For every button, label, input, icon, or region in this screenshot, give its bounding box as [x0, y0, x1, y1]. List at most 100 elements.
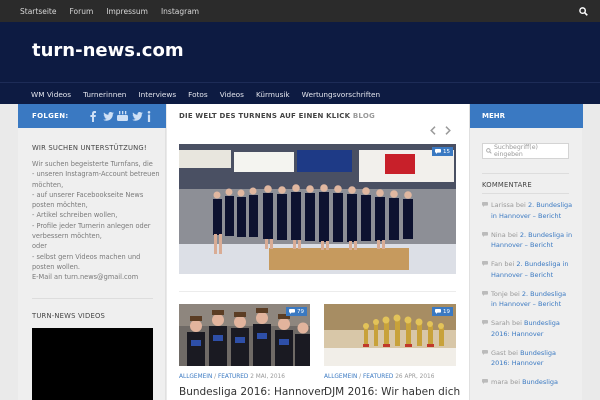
nav-kuermusik[interactable]: Kürmusik: [256, 90, 290, 99]
twitter-icon[interactable]: [102, 109, 114, 123]
comment-icon: [482, 202, 488, 207]
divider: [482, 193, 569, 194]
comment-icon: [482, 379, 488, 384]
category-link[interactable]: FEATURED: [218, 374, 248, 380]
comment-on: bei: [508, 348, 518, 357]
post-title[interactable]: DJM 2016: Wir haben dich: [324, 386, 460, 398]
nav-videos[interactable]: Videos: [220, 90, 244, 99]
category-link[interactable]: FEATURED: [363, 374, 393, 380]
topnav-forum[interactable]: Forum: [69, 7, 93, 16]
chevron-right-icon: [445, 125, 451, 135]
search-placeholder: Suchbegriff(e) eingeben: [493, 144, 538, 158]
comment-on: bei: [510, 378, 520, 386]
chevron-left-icon: [430, 125, 436, 135]
comment-icon: [482, 231, 488, 237]
slider-next-button[interactable]: [443, 124, 453, 136]
search-icon: [578, 6, 588, 16]
featured-post-image[interactable]: 15: [179, 144, 456, 274]
top-bar: Startseite Forum Impressum Instagram: [0, 0, 600, 22]
mehr-label: MEHR: [482, 112, 505, 120]
comment-icon: [435, 149, 441, 154]
category-link[interactable]: ALLGEMEIN: [179, 374, 212, 380]
comment-count: 19: [443, 308, 450, 315]
comment-item: Tonje bei 2. Bundesliga in Hannover – Be…: [482, 289, 574, 310]
topnav-instagram[interactable]: Instagram: [161, 7, 199, 16]
support-title: WIR SUCHEN UNTERSTÜTZUNG!: [32, 144, 147, 152]
sidebar-search-input[interactable]: Suchbegriff(e) eingeben: [482, 143, 569, 159]
slider-prev-button[interactable]: [428, 124, 438, 136]
comment-item: Larissa bei 2. Bundesliga in Hannover – …: [482, 200, 574, 221]
main-content: DIE WELT DES TURNENS AUF EINEN KLICK BLO…: [167, 104, 469, 400]
site-title[interactable]: turn-news.com: [32, 40, 184, 61]
comment-count: 79: [297, 308, 304, 315]
comment-count: 15: [443, 148, 450, 155]
comment-author: mara: [491, 378, 508, 386]
comment-icon: [289, 309, 295, 314]
content-heading-suffix: BLOG: [352, 112, 375, 120]
youtube-icon[interactable]: [116, 109, 128, 123]
right-sidebar: MEHR Suchbegriff(e) eingeben KOMMENTARE …: [469, 104, 583, 400]
info-icon[interactable]: [145, 109, 153, 123]
nav-wm-videos[interactable]: WM Videos: [31, 90, 71, 99]
recent-comments-list: Larissa bei 2. Bundesliga in Hannover – …: [482, 200, 574, 396]
top-nav: Startseite Forum Impressum Instagram: [20, 0, 199, 22]
follow-label: FOLGEN:: [32, 112, 69, 120]
video-player[interactable]: [32, 328, 153, 400]
post-date: 26 APR, 2016: [395, 374, 435, 380]
videos-title: TURN-NEWS VIDEOS: [32, 312, 106, 320]
post-image-bundesliga[interactable]: 79: [179, 304, 310, 366]
topnav-startseite[interactable]: Startseite: [20, 7, 56, 16]
comment-on: bei: [507, 230, 518, 239]
post-image-djm[interactable]: 19: [324, 304, 456, 366]
comment-icon: [482, 261, 488, 266]
comment-icon: [482, 349, 488, 355]
divider: [179, 291, 456, 292]
divider: [32, 298, 153, 299]
comment-item: Nina bei 2. Bundesliga in Hannover – Ber…: [482, 230, 574, 251]
comment-count-badge: 19: [432, 307, 453, 316]
comment-author: Nina: [491, 230, 506, 239]
left-sidebar: FOLGEN: WIR SUCHEN UNTERSTÜTZUNG! Wir su…: [18, 104, 166, 400]
comment-on: bei: [511, 319, 522, 327]
comment-item: mara bei Bundesliga: [482, 377, 574, 388]
divider: [482, 173, 569, 174]
mehr-bar: MEHR: [470, 104, 583, 128]
comment-on: bei: [515, 201, 526, 209]
comment-post-link[interactable]: 2. Bundesliga in Hannover – Bericht: [491, 260, 569, 279]
search-button[interactable]: [566, 0, 600, 22]
site-header: turn-news.com: [0, 22, 600, 82]
nav-interviews[interactable]: Interviews: [138, 90, 176, 99]
search-icon: [486, 148, 492, 154]
twitter-icon[interactable]: [131, 109, 143, 123]
topnav-impressum[interactable]: Impressum: [106, 7, 148, 16]
comment-count-badge: 79: [286, 307, 307, 316]
nav-fotos[interactable]: Fotos: [188, 90, 208, 99]
post-title[interactable]: Bundesliga 2016: Hannover: [179, 386, 325, 398]
content-heading-text: DIE WELT DES TURNENS AUF EINEN KLICK: [179, 112, 351, 120]
comment-author: Tonje: [491, 289, 508, 298]
nav-turnerinnen[interactable]: Turnerinnen: [83, 90, 126, 99]
category-link[interactable]: ALLGEMEIN: [324, 374, 357, 380]
comment-post-link[interactable]: Bundesliga: [522, 378, 558, 386]
content-heading: DIE WELT DES TURNENS AUF EINEN KLICK BLO…: [179, 112, 375, 120]
comment-author: Fan: [491, 260, 503, 268]
comment-icon: [482, 290, 488, 296]
comment-item: Sarah bei Bundesliga 2016: Hannover: [482, 318, 574, 339]
comment-item: Gast bei Bundesliga 2016: Hannover: [482, 348, 574, 369]
comment-on: bei: [509, 289, 520, 298]
comment-item: Fan bei 2. Bundesliga in Hannover – Beri…: [482, 259, 574, 280]
comment-author: Gast: [491, 348, 506, 357]
nav-wertungsvorschriften[interactable]: Wertungsvorschriften: [302, 90, 380, 99]
comment-author: Larissa: [491, 201, 514, 209]
main-nav: WM Videos Turnerinnen Interviews Fotos V…: [0, 82, 600, 104]
gymnastics-team-photo: [179, 144, 456, 274]
facebook-icon[interactable]: [88, 109, 98, 123]
comment-icon: [435, 309, 441, 314]
post-meta: ALLGEMEIN / FEATURED 2 MAI, 2016: [179, 374, 285, 380]
post-date: 2 MAI, 2016: [250, 374, 285, 380]
comments-title: KOMMENTARE: [482, 181, 532, 189]
comment-author: Sarah: [491, 319, 510, 327]
comment-on: bei: [504, 260, 515, 268]
comment-icon: [482, 320, 488, 325]
comment-count-badge: 15: [432, 147, 453, 156]
